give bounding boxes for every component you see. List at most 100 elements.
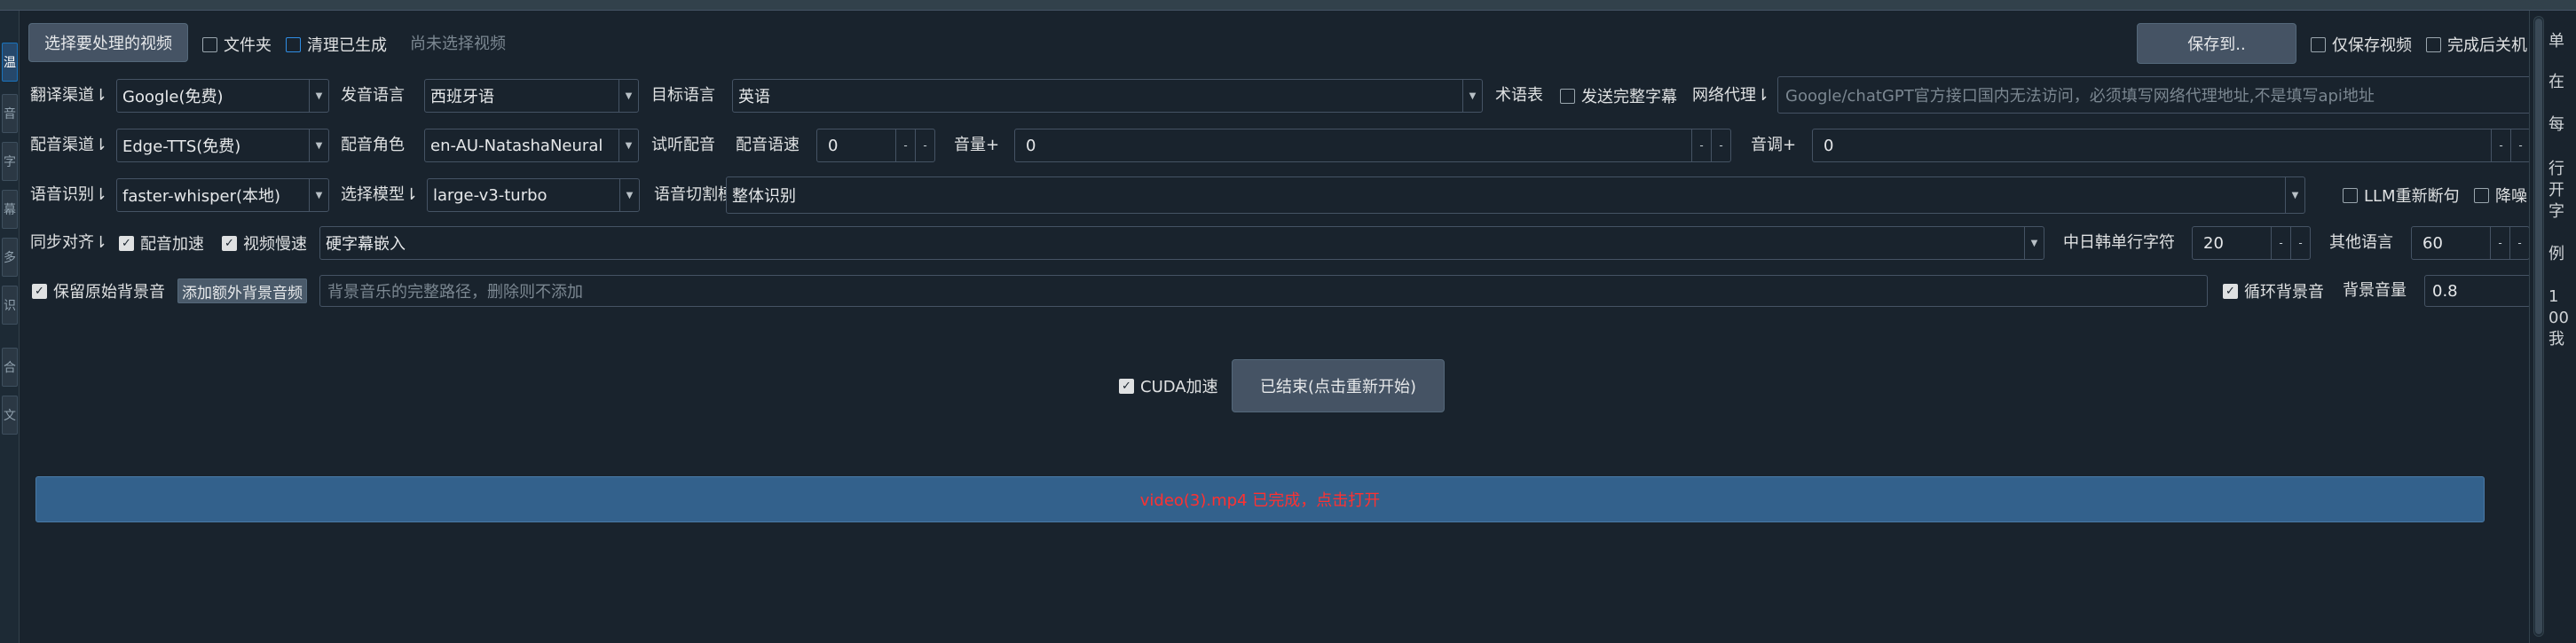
restart-button[interactable]: 已结束(点击重新开始) [1232,359,1445,412]
spin-up-icon[interactable]: - [2510,129,2530,161]
chevron-down-icon: ▼ [619,179,639,211]
spin-up-icon[interactable]: - [915,129,934,161]
chevron-down-icon: ▼ [309,80,328,112]
volume-spinbox[interactable]: 0-- [1014,129,1731,162]
chevron-down-icon: ▼ [2024,227,2044,259]
checkbox-box [286,36,301,52]
sync-label[interactable]: 同步对齐⇂ [30,230,107,256]
source-lang-label: 发音语言 [341,86,405,105]
model-select[interactable]: large-v3-turbo ▼ [427,178,640,212]
spin-up-icon[interactable]: - [2290,227,2310,259]
check-icon: ✓ [1119,378,1134,394]
chevron-down-icon: ▼ [2285,177,2304,213]
keep-bgm-checkbox[interactable]: ✓ 保留原始背景音 [32,278,165,304]
vertical-scrollbar[interactable] [2533,16,2544,637]
bgm-path-input[interactable]: 背景音乐的完整路径，删除则不添加 [319,275,2208,307]
left-tab-bar: 温 音 字 幕 多 识 合 文 [0,11,20,643]
left-tab-6[interactable]: 合 [2,348,18,387]
target-lang-select[interactable]: 英语 ▼ [732,79,1483,113]
speed-label: 配音语速 [736,136,800,154]
proxy-label[interactable]: 网络代理⇂ [1692,82,1769,109]
right-panel-text-9: 我 [2548,330,2564,349]
check-icon: ✓ [2223,283,2238,299]
check-icon: ✓ [32,283,47,299]
denoise-checkbox[interactable]: 降噪 [2474,182,2527,208]
cjk-chars-spinbox[interactable]: 20- - [2192,226,2311,260]
split-mode-select[interactable]: 整体识别 ▼ [726,176,2305,214]
translate-channel-label[interactable]: 翻译渠道⇂ [30,82,107,109]
right-panel-text-5: 字 [2548,202,2564,221]
chevron-down-icon: ▼ [1462,80,1482,112]
check-icon: ✓ [119,235,134,251]
right-panel-text-7: 1 [2548,287,2559,306]
translate-channel-select[interactable]: Google(免费) ▼ [116,79,329,113]
asr-label[interactable]: 语音识别⇂ [30,182,107,208]
right-panel-text-4: 开 [2548,181,2564,200]
no-video-hint: 尚未选择视频 [410,35,506,53]
dub-speedup-checkbox[interactable]: ✓ 配音加速 [119,230,204,256]
dubbing-channel-select[interactable]: Edge-TTS(免费) ▼ [116,129,329,162]
chevron-down-icon: ▼ [309,179,328,211]
cjk-chars-label: 中日韩单行字符 [2063,233,2175,252]
target-lang-label: 目标语言 [651,86,715,105]
pitch-spinbox[interactable]: 0-- [1812,129,2531,162]
checkbox-box [2343,187,2358,203]
spin-down-icon[interactable]: - [2271,227,2290,259]
right-panel-text-6: 例 [2548,245,2564,263]
shutdown-checkbox[interactable]: 完成后关机 [2426,31,2527,58]
left-tab-2[interactable]: 字 [2,142,18,181]
checkbox-box [202,36,217,52]
status-text: video(3).mp4 已完成，点击打开 [1139,491,1381,510]
scrollbar-thumb[interactable] [2535,19,2542,634]
select-video-button[interactable]: 选择要处理的视频 [28,23,188,62]
dubbing-channel-label[interactable]: 配音渠道⇂ [30,132,107,159]
save-to-button[interactable]: 保存到.. [2137,23,2296,64]
right-panel-text-3: 行 [2548,160,2564,178]
spin-down-icon[interactable]: - [1691,129,1711,161]
subtitle-mode-select[interactable]: 硬字幕嵌入 ▼ [319,226,2044,260]
right-panel-text-0: 单 [2548,32,2564,51]
chevron-down-icon: ▼ [618,129,638,161]
right-panel-text-8: 00 [2548,309,2569,327]
loop-bgm-checkbox[interactable]: ✓ 循环背景音 [2223,278,2324,304]
right-panel-text-1: 在 [2548,73,2564,91]
glossary-label[interactable]: 术语表 [1495,82,1543,109]
checkbox-box [2474,187,2489,203]
window-top-strip [0,0,2576,11]
spin-down-icon[interactable]: - [895,129,915,161]
volume-label: 音量+ [954,136,1000,154]
cuda-checkbox[interactable]: ✓ CUDA加速 [1119,372,1218,399]
left-tab-4[interactable]: 多 [2,238,18,277]
spin-up-icon[interactable]: - [2509,227,2529,259]
spin-down-icon[interactable]: - [2490,227,2509,259]
other-lang-label: 其他语言 [2329,233,2393,252]
checkbox-box [2311,36,2326,52]
proxy-input[interactable]: Google/chatGPT官方接口国内无法访问，必须填写网络代理地址,不是填写… [1777,76,2532,114]
send-full-subs-checkbox[interactable]: 发送完整字幕 [1560,82,1677,109]
bgm-volume-input[interactable]: 0.8 [2424,275,2531,307]
source-lang-select[interactable]: 西班牙语 ▼ [424,79,639,113]
spin-up-icon[interactable]: - [1711,129,1730,161]
speed-spinbox[interactable]: 0-- [816,129,935,162]
left-tab-1[interactable]: 音 [2,94,18,133]
check-icon: ✓ [222,235,237,251]
folder-checkbox[interactable]: 文件夹 [202,31,272,58]
spin-down-icon[interactable]: - [2491,129,2510,161]
left-tab-3[interactable]: 幕 [2,190,18,229]
add-bgm-button[interactable]: 添加额外背景音频 [177,278,307,303]
left-tab-5[interactable]: 识 [2,286,18,325]
chevron-down-icon: ▼ [309,129,328,161]
model-label[interactable]: 选择模型⇂ [341,182,418,208]
only-save-video-checkbox[interactable]: 仅保存视频 [2311,31,2412,58]
voice-role-select[interactable]: en-AU-NatashaNeural ▼ [424,129,639,162]
left-tab-0[interactable]: 温 [2,43,18,82]
llm-resegment-checkbox[interactable]: LLM重新断句 [2343,182,2460,208]
video-slow-checkbox[interactable]: ✓ 视频慢速 [222,230,307,256]
left-tab-7[interactable]: 文 [2,396,18,435]
other-lang-spinbox[interactable]: 60- - [2411,226,2530,260]
bgm-volume-label: 背景音量 [2343,281,2407,300]
listen-voice-button[interactable]: 试听配音 [651,132,715,159]
clear-generated-checkbox[interactable]: 清理已生成 [286,31,387,58]
asr-select[interactable]: faster-whisper(本地) ▼ [116,178,329,212]
progress-bar[interactable]: video(3).mp4 已完成，点击打开 [35,476,2485,522]
